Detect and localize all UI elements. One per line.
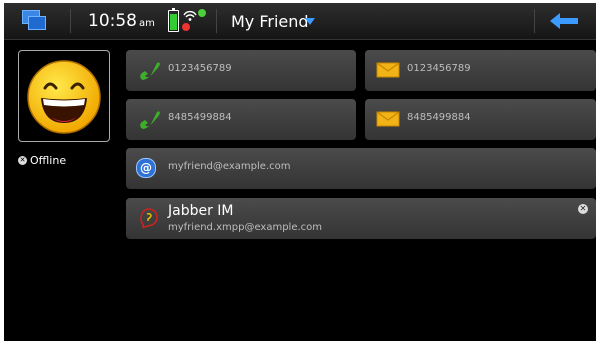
im-service: Jabber IM [168, 203, 234, 219]
sms-envelope-icon [376, 62, 400, 78]
status-divider [70, 9, 71, 33]
phone-number: 8485499884 [168, 112, 232, 123]
phone-row[interactable]: 8485499884 [126, 99, 356, 140]
sms-envelope-icon [376, 111, 400, 127]
message-number: 8485499884 [407, 112, 471, 123]
jabber-icon [140, 208, 158, 229]
menu-arrow-icon[interactable] [305, 18, 315, 25]
status-bar: 10:58 am My Friend [4, 3, 596, 40]
contact-screen: 10:58 am My Friend ✕ Offline 0123456789 … [4, 3, 596, 341]
clock-ampm: am [139, 18, 155, 29]
clock-time: 10:58 [88, 11, 137, 31]
clock[interactable]: 10:58 am [88, 11, 155, 31]
phone-icon [140, 111, 160, 129]
task-switcher-icon[interactable] [22, 10, 50, 34]
email-address: myfriend@example.com [168, 161, 291, 172]
im-row[interactable]: Jabber IM myfriend.xmpp@example.com ✕ [126, 198, 596, 239]
presence-online-icon [198, 9, 206, 17]
status-divider [534, 9, 535, 33]
offline-icon: ✕ [578, 204, 588, 214]
message-row[interactable]: 0123456789 [365, 50, 596, 91]
message-row[interactable]: 8485499884 [365, 99, 596, 140]
email-row[interactable]: @ myfriend@example.com [126, 148, 596, 189]
email-at-icon: @ [136, 158, 160, 180]
presence-label: Offline [30, 154, 67, 167]
back-arrow-icon[interactable] [550, 13, 580, 29]
smiley-face-avatar [27, 60, 101, 134]
phone-icon [140, 62, 160, 80]
signal-icon [182, 9, 197, 31]
phone-number: 0123456789 [168, 63, 232, 74]
presence-status: ✕ Offline [18, 154, 66, 167]
battery-icon[interactable] [168, 8, 179, 32]
window-title[interactable]: My Friend [231, 12, 309, 31]
avatar[interactable] [18, 50, 110, 142]
offline-icon: ✕ [18, 156, 27, 165]
phone-row[interactable]: 0123456789 [126, 50, 356, 91]
message-number: 0123456789 [407, 63, 471, 74]
status-divider [216, 9, 217, 33]
im-address: myfriend.xmpp@example.com [168, 222, 323, 233]
